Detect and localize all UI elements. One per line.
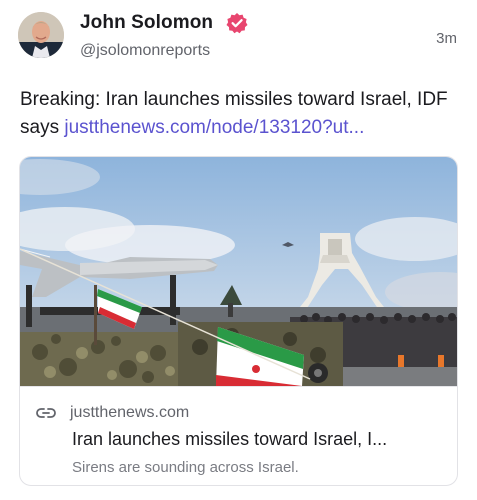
link-icon	[36, 408, 56, 418]
post-timestamp[interactable]: 3m	[436, 30, 457, 47]
post-text: Breaking: Iran launches missiles toward …	[20, 86, 465, 142]
social-post: John Solomon @jsolomonreports 3m Breakin…	[0, 0, 477, 500]
link-description: Sirens are sounding across Israel.	[72, 459, 299, 476]
author-avatar[interactable]	[18, 12, 64, 58]
link-preview-image[interactable]	[20, 157, 457, 386]
author-handle[interactable]: @jsolomonreports	[80, 42, 210, 60]
link-domain: justthenews.com	[70, 404, 190, 421]
verified-badge-icon	[226, 12, 248, 34]
link-domain-row: justthenews.com	[36, 403, 189, 423]
author-name[interactable]: John Solomon	[80, 12, 213, 34]
link-title[interactable]: Iran launches missiles toward Israel, I.…	[72, 429, 447, 450]
link-preview-meta: justthenews.com Iran launches missiles t…	[20, 386, 457, 485]
link-preview-card[interactable]: justthenews.com Iran launches missiles t…	[19, 156, 458, 486]
post-link[interactable]: justthenews.com/node/133120?ut...	[64, 117, 364, 138]
